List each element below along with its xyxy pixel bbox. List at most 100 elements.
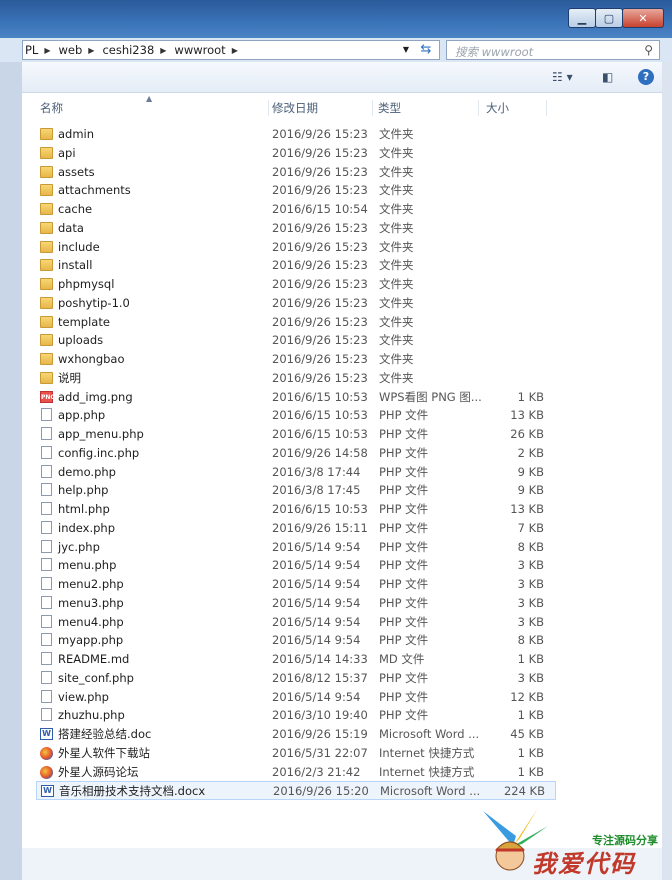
file-size: 8 KB <box>517 539 544 554</box>
file-name: app_menu.php <box>58 427 144 441</box>
file-size: 3 KB <box>517 614 544 629</box>
file-type: 文件夹 <box>379 127 414 141</box>
chevron-right-icon[interactable]: ▶ <box>160 46 166 55</box>
file-date: 2016/2/3 21:42 <box>272 764 361 779</box>
file-size: 7 KB <box>517 520 544 535</box>
file-type: PHP 文件 <box>379 539 429 554</box>
file-row[interactable]: include 2016/9/26 15:23 文件夹 <box>36 238 556 257</box>
minimize-button[interactable]: ▁ <box>568 8 596 28</box>
file-name: 音乐相册技术支持文档.docx <box>59 784 206 799</box>
file-row[interactable]: W 搭建经验总结.doc 2016/9/26 15:19 Microsoft Word… <box>36 725 556 744</box>
file-date: 2016/9/26 15:23 <box>272 145 368 160</box>
file-row[interactable]: 外星人软件下载站 2016/5/31 22:07 Internet 快捷方式 1 KB <box>36 744 556 763</box>
close-button[interactable]: ✕ <box>622 8 664 28</box>
file-size: 3 KB <box>517 558 544 573</box>
file-row[interactable]: menu3.php 2016/5/14 9:54 PHP 文件 3 KB <box>36 594 556 613</box>
file-size: 9 KB <box>517 464 544 479</box>
address-bar[interactable]: PL ▶ web ▶ ceshi238 ▶ wwwroot ▶ ▼ ⇆ <box>22 40 440 60</box>
file-row[interactable]: poshytip-1.0 2016/9/26 15:23 文件夹 <box>36 294 556 313</box>
file-row[interactable]: config.inc.php 2016/9/26 14:58 PHP 文件 2 KB <box>36 444 556 463</box>
file-row[interactable]: admin 2016/9/26 15:23 文件夹 <box>36 125 556 144</box>
search-input[interactable]: 搜索 wwwroot ⚲ <box>446 40 660 60</box>
file-type: PHP 文件 <box>379 670 429 685</box>
file-name: menu2.php <box>58 577 124 591</box>
file-row[interactable]: myapp.php 2016/5/14 9:54 PHP 文件 8 KB <box>36 631 556 650</box>
file-icon <box>41 483 52 497</box>
file-type: PHP 文件 <box>379 427 429 441</box>
breadcrumb-ceshi238[interactable]: ceshi238 <box>102 43 154 57</box>
word-icon: W <box>41 785 54 798</box>
file-type: 文件夹 <box>379 239 414 254</box>
file-row[interactable]: cache 2016/6/15 10:54 文件夹 <box>36 200 556 219</box>
help-icon[interactable]: ? <box>638 69 654 85</box>
chevron-right-icon[interactable]: ▶ <box>88 46 94 55</box>
file-row[interactable]: api 2016/9/26 15:23 文件夹 <box>36 144 556 163</box>
file-name: 外星人软件下载站 <box>58 745 150 760</box>
file-name: html.php <box>58 502 110 516</box>
file-row[interactable]: app.php 2016/6/15 10:53 PHP 文件 13 KB <box>36 406 556 425</box>
file-size: 8 KB <box>517 633 544 648</box>
toolbar: ☷ ▾ ◧ ? <box>22 62 662 93</box>
file-type: Microsoft Word ... <box>379 727 480 741</box>
file-date: 2016/6/15 10:53 <box>272 502 368 516</box>
file-row[interactable]: attachments 2016/9/26 15:23 文件夹 <box>36 181 556 200</box>
file-type: Internet 快捷方式 <box>379 745 475 760</box>
file-row[interactable]: PNG add_img.png 2016/6/15 10:53 WPS看图 PNG 图… <box>36 388 556 407</box>
file-row[interactable]: W 音乐相册技术支持文档.docx 2016/9/26 15:20 Microsoft… <box>36 781 556 800</box>
file-date: 2016/9/26 15:23 <box>272 352 368 366</box>
file-row[interactable]: data 2016/9/26 15:23 文件夹 <box>36 219 556 238</box>
file-row[interactable]: 外星人源码论坛 2016/2/3 21:42 Internet 快捷方式 1 KB <box>36 763 556 782</box>
file-row[interactable]: phpmysql 2016/9/26 15:23 文件夹 <box>36 275 556 294</box>
file-row[interactable]: menu2.php 2016/5/14 9:54 PHP 文件 3 KB <box>36 575 556 594</box>
file-row[interactable]: site_conf.php 2016/8/12 15:37 PHP 文件 3 KB <box>36 669 556 688</box>
breadcrumb-wwwroot[interactable]: wwwroot <box>174 43 225 57</box>
column-header-size[interactable]: 大小 <box>486 100 547 116</box>
preview-pane-icon[interactable]: ◧ <box>602 70 613 84</box>
file-row[interactable]: help.php 2016/3/8 17:45 PHP 文件 9 KB <box>36 481 556 500</box>
file-row[interactable]: uploads 2016/9/26 15:23 文件夹 <box>36 331 556 350</box>
file-name: poshytip-1.0 <box>58 295 130 310</box>
file-row[interactable]: zhuzhu.php 2016/3/10 19:40 PHP 文件 1 KB <box>36 706 556 725</box>
file-type: 文件夹 <box>379 352 414 366</box>
file-type: PHP 文件 <box>379 689 429 704</box>
file-date: 2016/6/15 10:53 <box>272 389 368 404</box>
folder-icon <box>40 165 53 178</box>
breadcrumb-web[interactable]: web <box>59 43 83 57</box>
maximize-button[interactable]: ▢ <box>595 8 623 28</box>
chevron-right-icon[interactable]: ▶ <box>232 46 238 55</box>
file-size: 1 KB <box>517 389 544 404</box>
file-row[interactable]: index.php 2016/9/26 15:11 PHP 文件 7 KB <box>36 519 556 538</box>
chevron-right-icon[interactable]: ▶ <box>44 46 50 55</box>
column-header-type[interactable]: 类型 <box>378 100 479 116</box>
file-row[interactable]: wxhongbao 2016/9/26 15:23 文件夹 <box>36 350 556 369</box>
file-row[interactable]: menu4.php 2016/5/14 9:54 PHP 文件 3 KB <box>36 613 556 632</box>
file-size: 3 KB <box>517 670 544 685</box>
column-header-name[interactable]: 名称 <box>40 100 269 116</box>
file-row[interactable]: menu.php 2016/5/14 9:54 PHP 文件 3 KB <box>36 556 556 575</box>
breadcrumb-pl[interactable]: PL <box>25 43 38 57</box>
file-name: help.php <box>58 483 109 498</box>
view-options-icon[interactable]: ☷ ▾ <box>552 70 573 84</box>
file-row[interactable]: README.md 2016/5/14 14:33 MD 文件 1 KB <box>36 650 556 669</box>
column-header-date[interactable]: 修改日期 <box>272 100 373 116</box>
file-date: 2016/6/15 10:53 <box>272 427 368 441</box>
file-date: 2016/9/26 15:20 <box>273 784 369 799</box>
file-row[interactable]: html.php 2016/6/15 10:53 PHP 文件 13 KB <box>36 500 556 519</box>
refresh-icon[interactable]: ⇆ <box>415 42 437 58</box>
address-dropdown-icon[interactable]: ▼ <box>403 45 409 54</box>
file-row[interactable]: install 2016/9/26 15:23 文件夹 <box>36 256 556 275</box>
file-row[interactable]: template 2016/9/26 15:23 文件夹 <box>36 313 556 332</box>
folder-icon <box>40 221 53 234</box>
file-size: 9 KB <box>517 483 544 498</box>
file-row[interactable]: assets 2016/9/26 15:23 文件夹 <box>36 163 556 182</box>
file-row[interactable]: jyc.php 2016/5/14 9:54 PHP 文件 8 KB <box>36 538 556 557</box>
search-icon[interactable]: ⚲ <box>644 43 653 57</box>
file-type: PHP 文件 <box>379 520 429 535</box>
file-row[interactable]: demo.php 2016/3/8 17:44 PHP 文件 9 KB <box>36 463 556 482</box>
file-row[interactable]: 说明 2016/9/26 15:23 文件夹 <box>36 369 556 388</box>
file-row[interactable]: view.php 2016/5/14 9:54 PHP 文件 12 KB <box>36 688 556 707</box>
file-type: PHP 文件 <box>379 483 429 498</box>
scrollbar-track[interactable] <box>662 62 672 880</box>
file-row[interactable]: app_menu.php 2016/6/15 10:53 PHP 文件 26 KB <box>36 425 556 444</box>
file-date: 2016/9/26 15:23 <box>272 370 368 385</box>
